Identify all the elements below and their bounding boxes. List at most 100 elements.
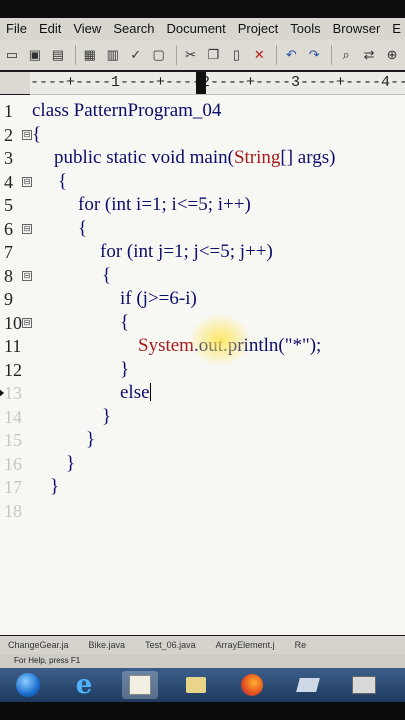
fold-toggle-icon[interactable]: ⊟ [22,129,32,140]
goto-icon[interactable]: ⊕ [382,45,402,65]
delete-icon[interactable]: ✕ [249,45,269,65]
taskbar-firefox[interactable] [234,671,270,699]
save-icon[interactable]: ▣ [25,45,45,65]
spell-check-icon[interactable]: ✓ [126,45,146,65]
code-text[interactable]: for (int i=1; i<=5; i++) [78,193,251,217]
taskbar-printer[interactable] [346,671,382,699]
code-text[interactable]: for (int j=1; j<=5; j++) [100,240,273,264]
taskbar-browser[interactable]: e [66,671,102,699]
menu-item-project[interactable]: Project [232,18,284,40]
toolbar-divider [74,45,76,65]
save-all-icon[interactable]: ▤ [48,45,68,65]
document-tab[interactable]: Re [287,640,319,650]
top-bezel [0,0,405,18]
code-line: 13 else [0,381,405,405]
code-token: } [66,452,76,474]
start-button[interactable] [10,671,46,699]
code-line: 5 for (int i=1; i<=5; i++) [0,193,405,217]
code-line: 6 ⊟{ [0,217,405,241]
code-text[interactable]: } [50,475,59,499]
code-text[interactable]: { [32,123,41,147]
code-text[interactable]: { [102,264,111,288]
code-line: 7 for (int j=1; j<=5; j++) [0,240,405,264]
windows-orb-icon [16,673,40,697]
code-text[interactable]: class PatternProgram_04 [32,99,221,123]
menu-item-tools[interactable]: Tools [284,18,326,40]
menu-item-e[interactable]: E [386,18,405,40]
windows-taskbar: e [0,668,405,702]
code-text[interactable]: { [78,217,87,241]
fold-toggle-icon[interactable]: ⊟ [22,317,32,328]
code-line: 9 if (j>=6-i) [0,287,405,311]
copy-icon[interactable]: ❐ [204,45,224,65]
code-text[interactable]: { [58,170,67,194]
menu-item-search[interactable]: Search [107,18,160,40]
fold-toggle-icon[interactable]: ⊟ [22,176,32,187]
line-number: 5 [4,195,13,215]
undo-icon[interactable]: ↶ [281,45,301,65]
code-text[interactable]: } [102,405,111,429]
editor-app-icon [129,675,151,695]
line-number: 17 [4,477,22,497]
code-line: 3 public static void main(String[] args) [0,146,405,170]
document-tab[interactable]: ChangeGear.ja [0,640,81,650]
code-text[interactable]: if (j>=6-i) [120,287,197,311]
line-number: 16 [4,453,22,474]
code-text[interactable]: } [86,428,95,452]
code-token: if (j>=6-i) [120,288,197,309]
paste-icon[interactable]: ▯ [226,45,246,65]
taskbar-app[interactable] [290,671,326,699]
taskbar-editor[interactable] [122,671,158,699]
document-tabs: ChangeGear.ja Bike.java Test_06.java ArrayE… [0,636,405,654]
code-token: } [50,476,60,497]
document-tab[interactable]: ArrayElement.j [208,640,287,650]
line-number: 7 [4,242,13,262]
code-token: } [120,358,130,380]
fold-toggle-icon[interactable]: ⊟ [22,223,32,234]
code-text[interactable]: public static void main(String[] args) [54,146,335,170]
replace-icon[interactable]: ⇄ [359,45,379,65]
print-icon[interactable]: ▥ [103,45,123,65]
new-file-icon[interactable]: ▭ [2,45,22,65]
menu-item-document[interactable]: Document [161,18,232,40]
code-token: { [78,217,88,239]
class-reference: System [138,335,194,356]
line-number: 18 [4,500,22,521]
printer-icon [352,676,376,694]
cut-icon[interactable]: ✂ [181,45,201,65]
code-token: } [86,429,96,450]
open-icon[interactable]: ▢ [149,45,169,65]
document-tab[interactable]: Bike.java [81,640,138,650]
code-text[interactable]: } [66,452,75,476]
taskbar-folder[interactable] [178,671,214,699]
document-tab[interactable]: Test_06.java [137,640,208,650]
code-line: 4 ⊟{ [0,170,405,194]
code-token: { [120,311,130,333]
line-number: 3 [4,148,13,168]
menu-item-file[interactable]: File [0,18,33,40]
find-icon[interactable]: ⌕ [336,45,356,65]
menu-bar: File Edit View Search Document Project Tools Br… [0,18,405,40]
code-text[interactable]: else [120,381,152,405]
line-number: 11 [4,336,22,356]
print-preview-icon[interactable]: ▦ [80,45,100,65]
menu-item-edit[interactable]: Edit [33,18,67,40]
toolbar: ▭ ▣ ▤ ▦ ▥ ✓ ▢ ✂ ❐ ▯ ✕ ↶ ↷ ⌕ ⇄ ⊕ [0,40,405,70]
internet-explorer-icon: e [75,670,93,700]
toolbar-divider [276,45,278,65]
code-text[interactable]: } [120,358,129,382]
code-token: for (int j=1; j<=5; j++) [100,241,273,262]
code-editor[interactable]: 1 class PatternProgram_04 2 ⊟{3 public stati… [0,95,405,635]
line-number: 14 [4,406,22,427]
menu-item-view[interactable]: View [67,18,107,40]
ruler-cursor-indicator [196,72,206,94]
redo-icon[interactable]: ↷ [304,45,324,65]
code-text[interactable]: { [120,311,129,335]
line-number: 1 [4,101,13,121]
current-line-marker-icon [0,388,4,398]
glare-spot [190,315,250,365]
line-number: 13 [4,383,22,403]
fold-toggle-icon[interactable]: ⊟ [22,270,32,281]
toolbar-divider [331,45,333,65]
menu-item-browser[interactable]: Browser [327,18,387,40]
